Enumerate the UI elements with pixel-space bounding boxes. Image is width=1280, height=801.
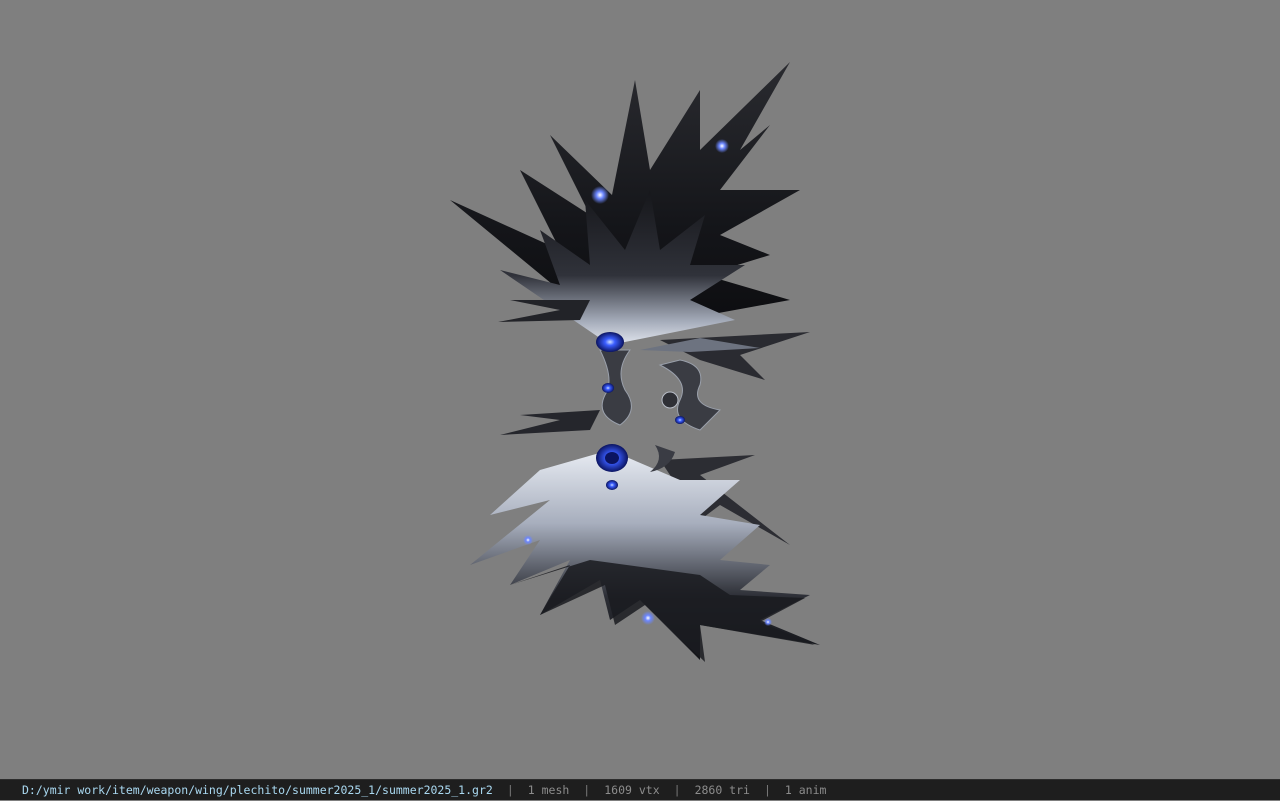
status-bar: D:/ymir work/item/weapon/wing/plechito/s… (0, 779, 1280, 800)
separator: | (763, 783, 771, 797)
upper-wing (450, 62, 810, 380)
separator: | (583, 783, 591, 797)
triangle-count: 2860 tri (694, 783, 750, 797)
separator: | (506, 783, 514, 797)
anim-count: 1 anim (784, 783, 827, 797)
file-path: D:/ymir work/item/weapon/wing/plechito/s… (22, 783, 493, 797)
wing-model[interactable] (0, 0, 1280, 779)
mesh-count: 1 mesh (527, 783, 570, 797)
3d-viewport[interactable] (0, 0, 1280, 779)
vertex-count: 1609 vtx (604, 783, 660, 797)
separator: | (673, 783, 681, 797)
